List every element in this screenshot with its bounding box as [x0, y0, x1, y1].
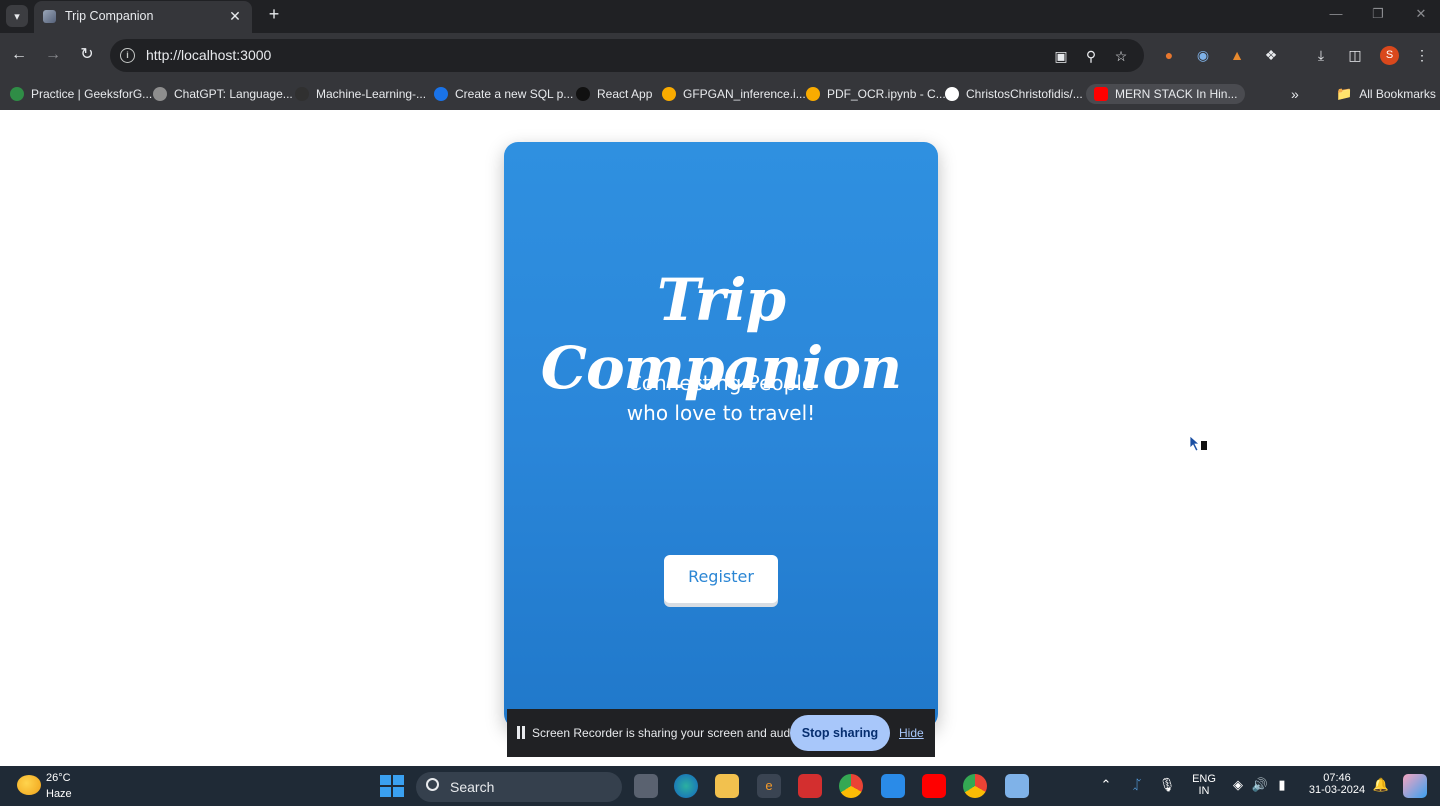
task-view-icon[interactable] — [634, 774, 658, 798]
tagline: Connecting People who love to travel! — [504, 368, 938, 428]
bookmark-item[interactable]: ChatGPT: Language... — [153, 84, 293, 104]
tagline-line-2: who love to travel! — [626, 401, 816, 425]
github-icon — [945, 87, 959, 101]
wifi-icon[interactable]: ◈ — [1229, 777, 1247, 793]
bookmark-item[interactable]: Machine-Learning-... — [295, 84, 426, 104]
register-button[interactable]: Register — [664, 555, 778, 603]
restore-icon[interactable]: ❐ — [1368, 6, 1388, 22]
profile-avatar[interactable]: S — [1380, 46, 1399, 65]
tab-strip: ▾ Trip Companion ✕ + — ❐ ✕ — [0, 0, 1440, 33]
site-info-icon[interactable]: i — [120, 48, 135, 63]
react-icon — [576, 87, 590, 101]
close-icon[interactable]: ✕ — [226, 7, 244, 25]
stop-sharing-button[interactable]: Stop sharing — [790, 715, 890, 751]
tab-search-button[interactable]: ▾ — [6, 5, 28, 27]
bookmarks-overflow-icon[interactable]: » — [1291, 84, 1299, 104]
pause-icon[interactable] — [517, 726, 525, 739]
windows-taskbar: 26°C Haze Search e ⌃ ᛢ 🎙 ENG IN ◈ 🔊 ▮ 07… — [0, 766, 1440, 806]
chatgpt-icon — [153, 87, 167, 101]
extension-screen-recorder-icon[interactable]: ◉ — [1192, 44, 1214, 66]
bookmark-item[interactable]: Practice | GeeksforG... — [10, 84, 152, 104]
zoom-icon[interactable]: ⚲ — [1081, 46, 1101, 66]
bookmark-item[interactable]: PDF_OCR.ipynb - C... — [806, 84, 946, 104]
address-bar[interactable]: i http://localhost:3000 ▣ ⚲ ☆ — [110, 39, 1144, 72]
screen-share-bar: Screen Recorder is sharing your screen a… — [507, 709, 935, 757]
taskbar-search[interactable]: Search — [416, 772, 622, 802]
clock[interactable]: 07:46 31-03-2024 — [1306, 772, 1368, 796]
chrome-profile-icon[interactable] — [963, 774, 987, 798]
colab-icon — [662, 87, 676, 101]
bookmark-item[interactable]: GFPGAN_inference.i... — [662, 84, 806, 104]
weather-icon[interactable] — [17, 775, 41, 795]
download-icon[interactable]: ⤓ — [1310, 44, 1332, 66]
hero-card: Trip Companion Connecting People who lov… — [504, 142, 938, 728]
notifications-icon[interactable]: 🔔 — [1372, 777, 1390, 793]
share-message: Screen Recorder is sharing your screen a… — [532, 726, 803, 740]
minimize-icon[interactable]: — — [1326, 6, 1346, 21]
volume-icon[interactable]: 🔊 — [1251, 777, 1269, 793]
menu-kebab-icon[interactable]: ⋮ — [1411, 44, 1433, 66]
bookmark-item[interactable]: MERN STACK In Hin... — [1086, 84, 1246, 104]
extension-orange-icon[interactable]: ● — [1158, 44, 1180, 66]
file-explorer-icon[interactable] — [715, 774, 739, 798]
screen-recorder-icon[interactable] — [1005, 774, 1029, 798]
tab-title: Trip Companion — [65, 9, 154, 23]
bookmark-star-icon[interactable]: ☆ — [1111, 46, 1131, 66]
acrobat-icon[interactable] — [798, 774, 822, 798]
windows-start-icon[interactable] — [379, 774, 404, 798]
bookmark-item[interactable]: Create a new SQL p... — [434, 84, 573, 104]
bookmark-item[interactable]: ChristosChristofidis/... — [945, 84, 1083, 104]
edge-icon[interactable] — [674, 774, 698, 798]
page-viewport: Trip Companion Connecting People who lov… — [0, 110, 1440, 766]
url-text[interactable]: http://localhost:3000 — [146, 47, 271, 63]
all-bookmarks-button[interactable]: 📁 All Bookmarks — [1336, 84, 1436, 104]
language-indicator[interactable]: ENG IN — [1188, 773, 1220, 797]
new-tab-button[interactable]: + — [264, 4, 284, 25]
geeksforgeeks-icon — [10, 87, 24, 101]
install-app-icon[interactable]: ▣ — [1051, 46, 1071, 66]
show-hidden-icons-icon[interactable]: ⌃ — [1097, 777, 1115, 793]
browser-chrome: ▾ Trip Companion ✕ + — ❐ ✕ ← → ↻ i http:… — [0, 0, 1440, 110]
microphone-icon[interactable]: 🎙 — [1158, 777, 1176, 793]
bluetooth-icon[interactable]: ᛢ — [1128, 777, 1146, 792]
bookmark-item[interactable]: React App — [576, 84, 652, 104]
battery-icon[interactable]: ▮ — [1273, 777, 1291, 793]
weather-temperature: 26°C — [46, 772, 71, 784]
side-panel-icon[interactable]: ◫ — [1344, 44, 1366, 66]
eclipse-icon[interactable]: e — [757, 774, 781, 798]
tagline-line-1: Connecting People — [627, 371, 815, 395]
search-icon — [426, 778, 439, 791]
github-icon — [295, 87, 309, 101]
tab-trip-companion[interactable]: Trip Companion ✕ — [34, 1, 252, 33]
forward-icon[interactable]: → — [42, 44, 64, 66]
youtube-icon — [1094, 87, 1108, 101]
youtube-app-icon[interactable] — [922, 774, 946, 798]
hide-link[interactable]: Hide — [899, 726, 924, 740]
back-icon[interactable]: ← — [8, 44, 30, 66]
browser-toolbar: ← → ↻ i http://localhost:3000 ▣ ⚲ ☆ ● ◉ … — [0, 33, 1440, 78]
reload-icon[interactable]: ↻ — [76, 44, 98, 66]
colab-icon — [806, 87, 820, 101]
vscode-icon[interactable] — [881, 774, 905, 798]
mouse-cursor-icon — [1189, 435, 1207, 452]
chrome-icon[interactable] — [839, 774, 863, 798]
tab-favicon-icon — [43, 10, 56, 23]
sql-icon — [434, 87, 448, 101]
copilot-icon[interactable] — [1403, 774, 1427, 798]
window-close-icon[interactable]: ✕ — [1411, 6, 1431, 22]
metamask-icon[interactable]: ▲ — [1226, 44, 1248, 66]
weather-condition: Haze — [46, 788, 72, 800]
extensions-puzzle-icon[interactable]: ❖ — [1260, 44, 1282, 66]
bookmarks-bar: Practice | GeeksforG... ChatGPT: Languag… — [0, 78, 1440, 110]
search-label: Search — [450, 779, 495, 795]
folder-icon: 📁 — [1336, 86, 1353, 101]
